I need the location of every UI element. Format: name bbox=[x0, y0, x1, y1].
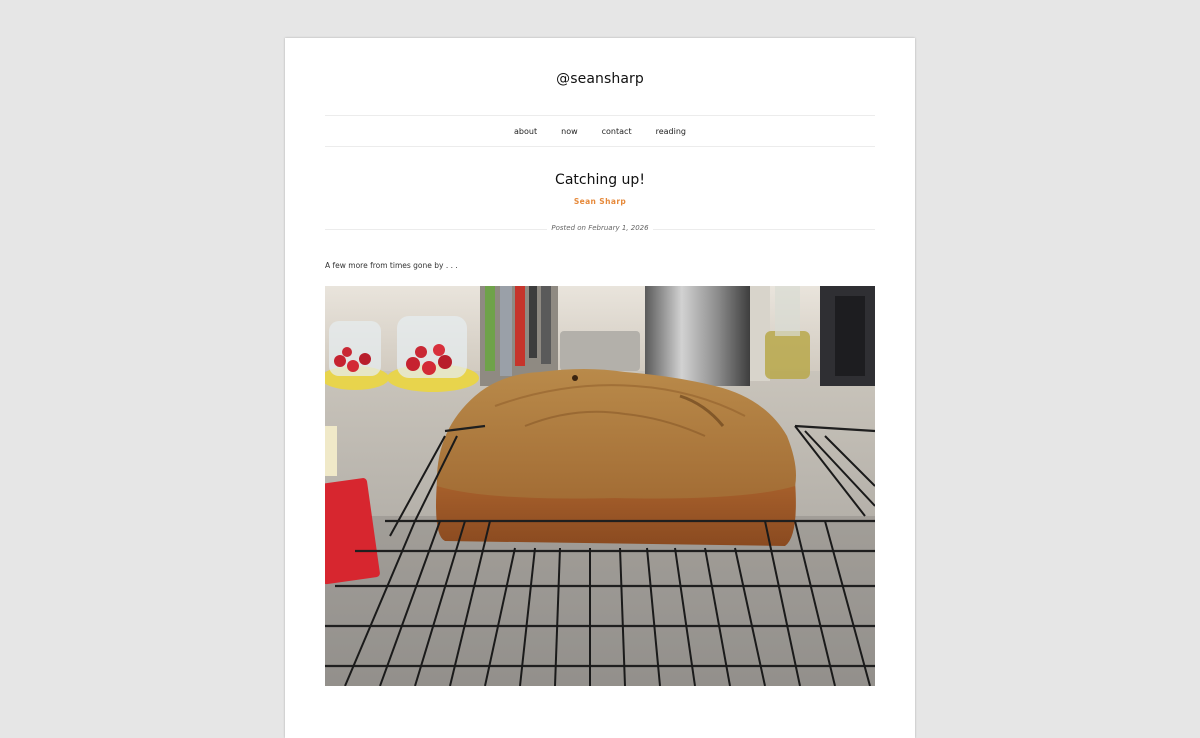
post-title[interactable]: Catching up! bbox=[285, 172, 915, 188]
nav-item-contact[interactable]: contact bbox=[602, 127, 632, 136]
post-container: @seansharp about now contact reading Cat… bbox=[285, 38, 915, 738]
site-title[interactable]: @seansharp bbox=[285, 71, 915, 87]
nav-item-about[interactable]: about bbox=[514, 127, 537, 136]
post-excerpt: A few more from times gone by . . . bbox=[325, 261, 458, 270]
main-navigation: about now contact reading bbox=[325, 115, 875, 147]
nav-item-now[interactable]: now bbox=[561, 127, 578, 136]
banana-bread-photo bbox=[325, 286, 875, 686]
post-photo[interactable] bbox=[325, 286, 875, 686]
nav-item-reading[interactable]: reading bbox=[656, 127, 686, 136]
post-date-wrapper: Posted on February 1, 2026 bbox=[325, 224, 875, 232]
post-author[interactable]: Sean Sharp bbox=[285, 197, 915, 206]
post-date: Posted on February 1, 2026 bbox=[547, 224, 653, 232]
post-meta: Posted on February 1, 2026 bbox=[325, 224, 875, 234]
